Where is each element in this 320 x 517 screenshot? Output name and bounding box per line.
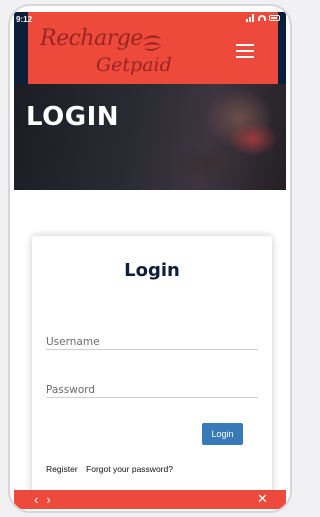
browser-bottom-bar: ‹ › ✕ [14, 490, 286, 509]
status-bar: 9:12 [14, 12, 286, 26]
page-title: LOGIN [26, 102, 120, 132]
hero-banner: LOGIN [14, 84, 286, 190]
close-icon[interactable]: ✕ [257, 491, 268, 507]
status-time: 9:12 [16, 15, 33, 24]
password-input[interactable] [46, 376, 258, 397]
forward-arrow-icon[interactable]: › [46, 492, 50, 507]
signal-icon [246, 14, 255, 22]
forgot-password-link[interactable]: Forgot your password? [86, 464, 173, 474]
wifi-icon [258, 15, 266, 21]
battery-icon [269, 15, 280, 21]
status-icons [246, 14, 280, 22]
logo-word-recharge: Recharge [40, 26, 143, 51]
hamburger-menu-icon[interactable] [236, 44, 254, 58]
username-input[interactable] [46, 328, 258, 349]
password-field [46, 376, 258, 398]
account-links: Register Forgot your password? [46, 464, 179, 474]
register-link[interactable]: Register [46, 464, 78, 474]
phone-frame: 9:12 Recharge Getpaid LOGIN Login Userna… [8, 4, 292, 513]
logo-swoosh-icon [143, 35, 161, 51]
screen: 9:12 Recharge Getpaid LOGIN Login Userna… [14, 12, 286, 509]
logo-word-getpaid: Getpaid [96, 54, 172, 76]
site-logo[interactable]: Recharge Getpaid [40, 26, 200, 78]
nav-arrows: ‹ › [34, 492, 51, 507]
site-header: 9:12 Recharge Getpaid [14, 12, 286, 84]
back-arrow-icon[interactable]: ‹ [34, 492, 38, 507]
login-card: Login Login Register Forgot your passwor… [32, 236, 272, 498]
login-button[interactable]: Login [202, 423, 243, 445]
username-field [46, 328, 258, 350]
login-card-title: Login [124, 260, 180, 281]
